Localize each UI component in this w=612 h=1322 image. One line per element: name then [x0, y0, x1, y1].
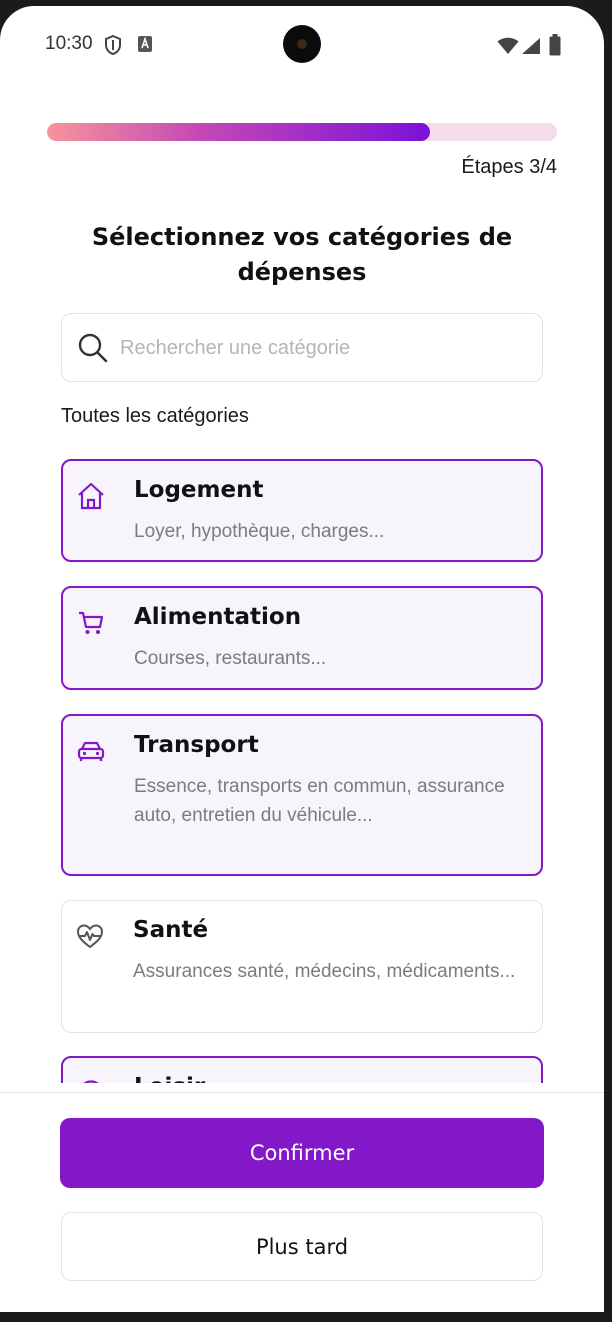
app-screen: 10:30 Étapes 3/4 Sélectionnez vos catégo… — [0, 6, 604, 1312]
status-time: 10:30 — [45, 33, 93, 54]
category-card-alimentation[interactable]: Alimentation Courses, restaurants... — [61, 586, 543, 690]
keyboard-a-icon — [137, 35, 153, 57]
category-name: Logement — [134, 477, 264, 503]
signal-icon — [521, 37, 541, 59]
category-description: Courses, restaurants... — [134, 648, 327, 669]
search-box[interactable] — [61, 313, 543, 382]
category-name: Alimentation — [134, 604, 302, 630]
category-description: Assurances santé, médecins, médicaments.… — [133, 961, 516, 982]
shield-icon — [104, 34, 122, 59]
search-input[interactable] — [120, 332, 520, 364]
category-card-loisir[interactable]: Loisir — [61, 1056, 543, 1083]
bottom-divider — [0, 1092, 604, 1093]
page-title: Sélectionnez vos catégories de dépenses — [91, 223, 513, 286]
later-button[interactable]: Plus tard — [61, 1212, 543, 1281]
section-label: Toutes les catégories — [61, 405, 249, 427]
category-name: Loisir — [134, 1074, 205, 1083]
battery-icon — [549, 34, 561, 60]
category-card-logement[interactable]: Logement Loyer, hypothèque, charges... — [61, 459, 543, 562]
category-name: Santé — [133, 917, 209, 943]
heart-pulse-icon — [75, 921, 105, 955]
category-card-sante[interactable]: Santé Assurances santé, médecins, médica… — [61, 900, 543, 1033]
step-indicator: Étapes 3/4 — [461, 156, 557, 178]
search-icon — [77, 332, 109, 368]
progress-fill — [47, 123, 430, 141]
category-card-transport[interactable]: Transport Essence, transports en commun,… — [61, 714, 543, 876]
category-description: Essence, transports en commun, assurance… — [134, 776, 505, 826]
car-icon — [76, 736, 106, 770]
category-list[interactable]: Logement Loyer, hypothèque, charges... A… — [0, 446, 604, 1083]
status-bar: 10:30 — [0, 6, 604, 82]
home-icon — [76, 481, 106, 515]
category-description: Loyer, hypothèque, charges... — [134, 521, 385, 542]
category-name: Transport — [134, 732, 259, 758]
wifi-icon — [497, 37, 519, 59]
front-camera — [283, 25, 321, 63]
progress-bar — [47, 123, 557, 141]
clock-icon — [76, 1078, 106, 1083]
cart-icon — [76, 608, 106, 642]
confirm-button[interactable]: Confirmer — [60, 1118, 544, 1188]
